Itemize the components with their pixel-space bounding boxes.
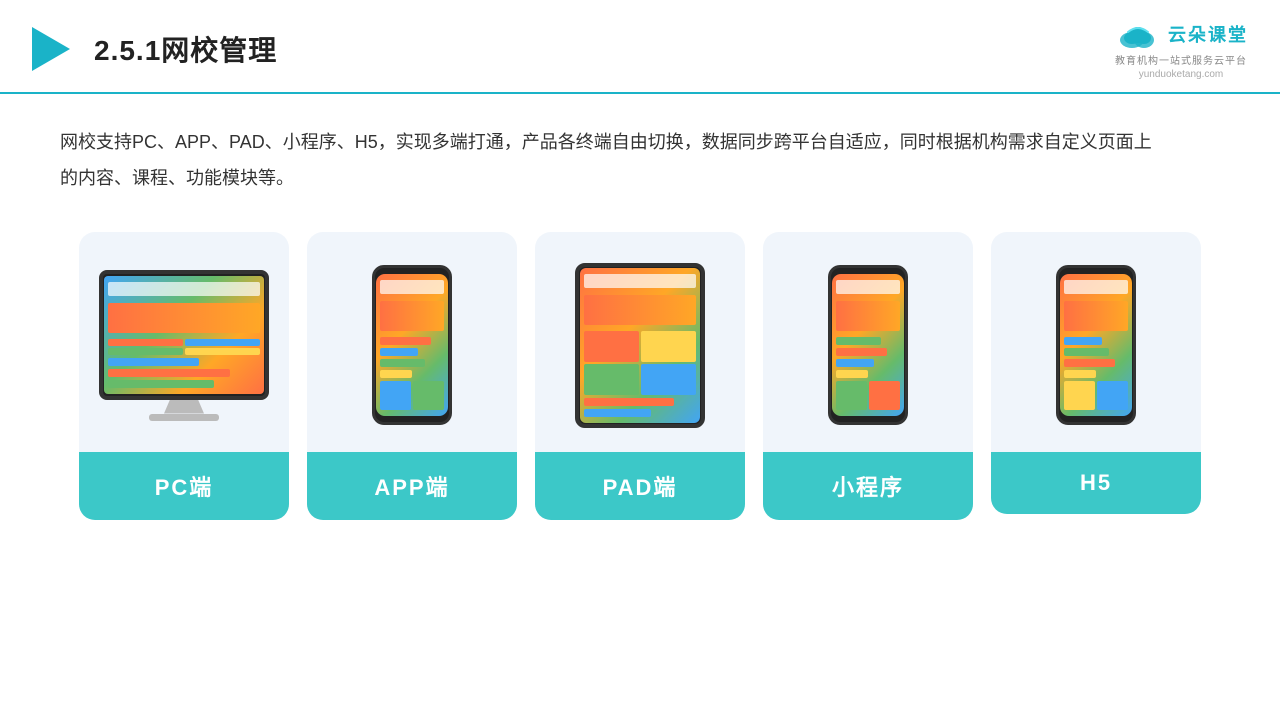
pad-tablet-screen bbox=[580, 268, 700, 423]
miniprogram-phone-screen bbox=[832, 274, 904, 416]
h5-card-image bbox=[991, 232, 1201, 452]
pc-card: PC端 bbox=[79, 232, 289, 520]
h5-phone-screen bbox=[1060, 274, 1132, 416]
cloud-logo-icon bbox=[1114, 18, 1162, 50]
monitor-base bbox=[149, 414, 219, 421]
logo-sub: 教育机构一站式服务云平台 bbox=[1115, 52, 1247, 67]
pad-label: PAD端 bbox=[535, 452, 745, 520]
monitor-mockup-wrap bbox=[99, 270, 269, 421]
description-text: 网校支持PC、APP、PAD、小程序、H5，实现多端打通，产品各终端自由切换，数… bbox=[60, 124, 1160, 196]
monitor-device bbox=[99, 270, 269, 400]
pad-card: PAD端 bbox=[535, 232, 745, 520]
h5-label: H5 bbox=[991, 452, 1201, 514]
monitor-stand bbox=[164, 400, 204, 414]
app-phone-screen bbox=[376, 274, 448, 416]
logo-text: 云朵课堂 bbox=[1168, 21, 1248, 47]
h5-card: H5 bbox=[991, 232, 1201, 514]
app-card: APP端 bbox=[307, 232, 517, 520]
miniprogram-phone-device bbox=[828, 265, 908, 425]
play-icon bbox=[32, 27, 70, 71]
h5-phone-device bbox=[1056, 265, 1136, 425]
miniprogram-card-image bbox=[763, 232, 973, 452]
header-left: 2.5.1网校管理 bbox=[32, 27, 277, 71]
app-phone-device bbox=[372, 265, 452, 425]
pc-label: PC端 bbox=[79, 452, 289, 520]
header: 2.5.1网校管理 云朵课堂 教育机构一站式服务云平台 yunduoketang… bbox=[0, 0, 1280, 94]
logo-area: 云朵课堂 教育机构一站式服务云平台 yunduoketang.com bbox=[1114, 18, 1248, 80]
miniprogram-label: 小程序 bbox=[763, 452, 973, 520]
app-label: APP端 bbox=[307, 452, 517, 520]
page-title: 2.5.1网校管理 bbox=[94, 29, 277, 69]
app-card-image bbox=[307, 232, 517, 452]
cards-row: PC端 bbox=[60, 232, 1220, 520]
pad-card-image bbox=[535, 232, 745, 452]
main-content: 网校支持PC、APP、PAD、小程序、H5，实现多端打通，产品各终端自由切换，数… bbox=[0, 94, 1280, 540]
pc-card-image bbox=[79, 232, 289, 452]
monitor-screen bbox=[104, 276, 264, 394]
logo-url: yunduoketang.com bbox=[1139, 69, 1224, 80]
pad-tablet-device bbox=[575, 263, 705, 428]
miniprogram-card: 小程序 bbox=[763, 232, 973, 520]
logo-cloud: 云朵课堂 bbox=[1114, 18, 1248, 50]
